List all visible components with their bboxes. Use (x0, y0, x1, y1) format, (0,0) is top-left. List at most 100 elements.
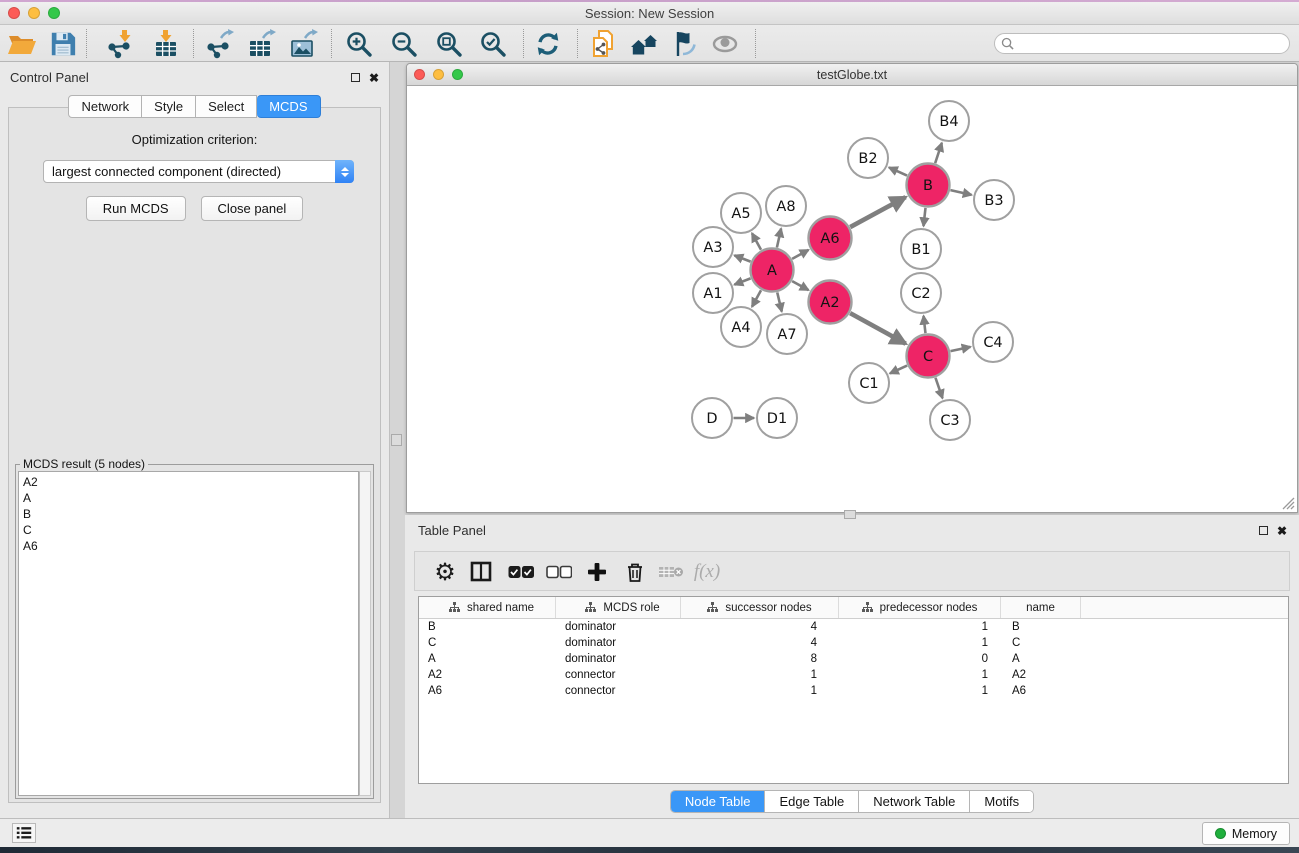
tab-edge-table[interactable]: Edge Table (765, 791, 859, 812)
tab-style[interactable]: Style (142, 95, 196, 118)
table-cell[interactable]: dominator (556, 653, 681, 665)
mcds-result-item[interactable]: A6 (23, 538, 358, 554)
search-input[interactable] (1018, 37, 1289, 51)
graph-edge-A-A4[interactable] (752, 290, 761, 307)
tab-select[interactable]: Select (196, 95, 257, 118)
vertical-splitter-handle[interactable] (391, 434, 402, 446)
table-cell[interactable]: 1 (681, 685, 839, 697)
table-cell[interactable]: A6 (1001, 685, 1081, 697)
table-cell[interactable]: 1 (839, 669, 1001, 681)
graph-node-A5[interactable]: A5 (721, 193, 761, 233)
float-table-panel-icon[interactable] (1259, 526, 1268, 535)
table-cell[interactable]: 1 (839, 637, 1001, 649)
table-cell[interactable]: A (419, 653, 556, 665)
graph-node-B4[interactable]: B4 (929, 101, 969, 141)
tab-network-table[interactable]: Network Table (859, 791, 970, 812)
graph-edge-A-A5[interactable] (752, 233, 761, 250)
table-cell[interactable]: A2 (1001, 669, 1081, 681)
table-row[interactable]: A6connector11A6 (419, 683, 1288, 699)
graph-edge-C-C4[interactable] (950, 347, 970, 351)
table-row[interactable]: Bdominator41B (419, 619, 1288, 635)
table-cell[interactable]: 4 (681, 637, 839, 649)
mcds-result-item[interactable]: A (23, 490, 358, 506)
create-column-button[interactable] (581, 556, 613, 588)
column-header-shared-name[interactable]: shared name (419, 597, 556, 618)
tab-motifs[interactable]: Motifs (970, 791, 1033, 812)
home-nested-network-button[interactable] (629, 28, 661, 59)
mcds-result-item[interactable]: A2 (23, 474, 358, 490)
table-cell[interactable]: dominator (556, 621, 681, 633)
column-header-name[interactable]: name (1001, 597, 1081, 618)
graph-node-C4[interactable]: C4 (973, 322, 1013, 362)
graph-node-A[interactable]: A (751, 249, 794, 292)
import-table-button[interactable] (150, 28, 182, 59)
graph-edge-A-A7[interactable] (777, 292, 782, 311)
graph-node-A3[interactable]: A3 (693, 227, 733, 267)
graph-node-C1[interactable]: C1 (849, 363, 889, 403)
table-cell[interactable]: A2 (419, 669, 556, 681)
mcds-result-item[interactable]: C (23, 522, 358, 538)
table-cell[interactable]: C (419, 637, 556, 649)
graph-node-A2[interactable]: A2 (809, 281, 852, 324)
graph-edge-A-A2[interactable] (792, 281, 808, 290)
graph-edge-A-A8[interactable] (777, 228, 781, 247)
graph-edge-A-A1[interactable] (734, 278, 750, 284)
table-cell[interactable]: 1 (839, 621, 1001, 633)
table-cell[interactable]: connector (556, 669, 681, 681)
table-cell[interactable]: B (419, 621, 556, 633)
tab-network[interactable]: Network (68, 95, 142, 118)
zoom-out-button[interactable] (388, 28, 420, 59)
table-cell[interactable]: 4 (681, 621, 839, 633)
graph-node-C[interactable]: C (907, 335, 950, 378)
task-history-button[interactable] (12, 823, 36, 843)
graph-node-B[interactable]: B (907, 164, 950, 207)
graph-edge-A-A6[interactable] (792, 250, 808, 259)
table-row[interactable]: Adominator80A (419, 651, 1288, 667)
table-cell[interactable]: A6 (419, 685, 556, 697)
graph-node-B2[interactable]: B2 (848, 138, 888, 178)
graph-edge-A2-C[interactable] (850, 313, 906, 344)
refresh-button[interactable] (532, 28, 564, 59)
export-table-button[interactable] (245, 28, 277, 59)
graph-edge-B-B1[interactable] (924, 208, 926, 226)
table-cell[interactable]: 1 (839, 685, 1001, 697)
export-image-button[interactable] (287, 28, 319, 59)
network-canvas[interactable]: AA1A2A3A4A5A6A7A8BB1B2B3B4CC1C2C3C4DD1 (407, 86, 1297, 512)
save-session-button[interactable] (47, 28, 79, 59)
graph-node-D1[interactable]: D1 (757, 398, 797, 438)
window-resize-grip[interactable] (1282, 497, 1295, 510)
graph-node-B1[interactable]: B1 (901, 229, 941, 269)
show-hide-button[interactable] (709, 28, 741, 59)
graph-node-A6[interactable]: A6 (809, 217, 852, 260)
table-cell[interactable]: B (1001, 621, 1081, 633)
graph-node-A4[interactable]: A4 (721, 307, 761, 347)
select-all-button[interactable] (505, 556, 537, 588)
table-cell[interactable]: 0 (839, 653, 1001, 665)
close-panel-icon[interactable]: ✖ (369, 73, 379, 83)
optimization-criterion-dropdown[interactable]: largest connected component (directed) (43, 160, 354, 183)
tab-mcds[interactable]: MCDS (257, 95, 320, 118)
graph-edge-B-B4[interactable] (935, 143, 942, 163)
search-box[interactable] (994, 33, 1290, 54)
duplicate-network-button[interactable] (588, 28, 620, 59)
function-builder-button[interactable]: f(x) (691, 556, 723, 588)
open-session-button[interactable] (6, 28, 38, 59)
table-cell[interactable]: 1 (681, 669, 839, 681)
table-row[interactable]: A2connector11A2 (419, 667, 1288, 683)
graph-edge-A-A3[interactable] (734, 255, 750, 261)
graph-edge-B-B2[interactable] (889, 167, 907, 175)
zoom-selected-button[interactable] (477, 28, 509, 59)
column-header-mcds-role[interactable]: MCDS role (556, 597, 681, 618)
tab-node-table[interactable]: Node Table (671, 791, 766, 812)
graph-node-B3[interactable]: B3 (974, 180, 1014, 220)
horizontal-splitter-handle[interactable] (844, 510, 856, 519)
column-header-successor-nodes[interactable]: successor nodes (681, 597, 839, 618)
flag-filter-button[interactable] (669, 28, 701, 59)
graph-node-A8[interactable]: A8 (766, 186, 806, 226)
graph-edge-C-C3[interactable] (935, 378, 942, 398)
column-header-predecessor-nodes[interactable]: predecessor nodes (839, 597, 1001, 618)
close-panel-button[interactable]: Close panel (201, 196, 304, 221)
graph-edge-C-C2[interactable] (924, 316, 926, 333)
show-columns-button[interactable] (465, 556, 497, 588)
table-cell[interactable]: 8 (681, 653, 839, 665)
